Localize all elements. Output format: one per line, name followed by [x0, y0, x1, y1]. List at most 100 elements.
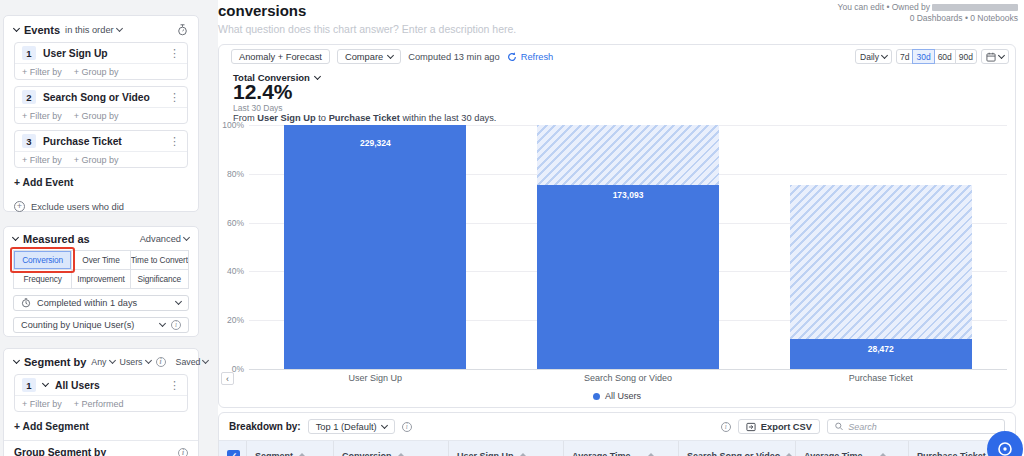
y-tick: 100% [214, 120, 244, 130]
mode-conversion[interactable]: Conversion [14, 251, 71, 269]
info-icon[interactable]: i [156, 357, 166, 367]
chevron-down-icon [159, 320, 166, 327]
funnel-bar-purchase-ticket[interactable]: 28,472 [790, 125, 972, 369]
more-options-icon[interactable]: ⋮ [169, 136, 180, 147]
calendar-button[interactable] [981, 49, 1009, 64]
stopwatch-icon[interactable] [177, 24, 188, 36]
sort-icon[interactable] [648, 453, 654, 456]
segment-name[interactable]: All Users [55, 380, 100, 391]
filter-by-link[interactable]: + Filter by [22, 155, 62, 165]
col-average-time-2[interactable]: Average Time → [795, 441, 908, 456]
more-options-icon[interactable]: ⋮ [169, 48, 180, 59]
compare-button[interactable]: Compare [337, 49, 401, 64]
export-icon [746, 422, 756, 432]
group-by-link[interactable]: + Group by [74, 67, 119, 77]
refresh-icon [507, 52, 517, 62]
users-dropdown[interactable]: Users [120, 357, 151, 367]
col-search-song[interactable]: Search Song or Video [678, 441, 795, 456]
range-90d[interactable]: 90d [955, 49, 977, 64]
chevron-down-icon [314, 72, 321, 79]
event-order-dropdown[interactable]: in this order [65, 25, 122, 35]
segment-row[interactable]: 1 All Users ⋮ + Filter by + Performed [14, 374, 188, 412]
header-meta: You can edit • Owned by 0 Dashboards • 0… [838, 2, 1018, 24]
mode-frequency[interactable]: Frequency [14, 270, 71, 288]
info-icon[interactable]: i [721, 422, 731, 432]
select-all-checkbox[interactable]: ✓ [227, 450, 240, 456]
search-input[interactable] [848, 422, 997, 432]
sort-icon[interactable] [520, 453, 526, 456]
date-range-group: 7d 30d 60d 90d [896, 49, 977, 64]
event-number-badge: 2 [22, 90, 36, 104]
breakdown-toolbar: Breakdown by: Top 1 (Default) i i Export… [219, 413, 1015, 440]
sort-icon[interactable] [880, 453, 886, 456]
assistant-fab-button[interactable] [987, 431, 1023, 456]
event-name[interactable]: Purchase Ticket [43, 136, 122, 147]
more-options-icon[interactable]: ⋮ [169, 92, 180, 103]
filter-by-link[interactable]: + Filter by [22, 111, 62, 121]
sort-icon[interactable] [299, 453, 305, 456]
segment-by-title: Segment by [24, 356, 86, 368]
owner-name-redacted [932, 4, 1018, 11]
info-icon[interactable]: i [171, 320, 181, 330]
advanced-dropdown[interactable]: Advanced [140, 234, 189, 244]
bar-converted[interactable] [284, 125, 466, 369]
info-icon[interactable]: i [178, 448, 188, 456]
range-7d[interactable]: 7d [896, 49, 913, 64]
filter-by-link[interactable]: + Filter by [22, 67, 62, 77]
exclude-users-button[interactable]: + Exclude users who did [14, 201, 188, 212]
table-search[interactable] [827, 419, 1005, 434]
chevron-down-icon[interactable] [42, 380, 49, 387]
any-dropdown[interactable]: Any [91, 357, 114, 367]
funnel-bar-search-song[interactable]: 173,093 [537, 125, 719, 369]
event-row[interactable]: 1 User Sign Up ⋮ + Filter by + Group by [14, 42, 188, 80]
breakdown-selector[interactable]: Top 1 (Default) [308, 419, 395, 434]
range-30d[interactable]: 30d [912, 49, 934, 64]
group-by-link[interactable]: + Group by [74, 155, 119, 165]
mode-over-time[interactable]: Over Time [72, 251, 129, 269]
funnel-bar-user-sign-up[interactable]: 229,324 [284, 125, 466, 369]
chevron-down-icon[interactable] [13, 24, 20, 31]
circled-plus-icon: + [14, 201, 25, 212]
add-segment-button[interactable]: + Add Segment [14, 421, 188, 432]
saved-dropdown[interactable]: Saved [176, 357, 209, 367]
legend-dot [593, 393, 600, 400]
col-segment[interactable]: Segment [246, 441, 333, 456]
chevron-down-icon[interactable] [13, 356, 20, 363]
add-event-button[interactable]: + Add Event [14, 177, 188, 188]
conversion-value: 12.4% [233, 82, 293, 101]
chevron-down-icon[interactable] [12, 233, 19, 240]
sort-icon[interactable] [786, 453, 792, 456]
y-tick: 80% [214, 169, 244, 179]
event-row[interactable]: 2 Search Song or Video ⋮ + Filter by + G… [14, 86, 188, 124]
completed-within-select[interactable]: Completed within 1 days [13, 295, 189, 311]
event-name[interactable]: User Sign Up [43, 48, 108, 59]
col-average-time-1[interactable]: Average Time → [563, 441, 678, 456]
more-options-icon[interactable]: ⋮ [169, 380, 180, 391]
chart-scroll-left-button[interactable]: ‹ [221, 372, 234, 385]
col-conversion[interactable]: Conversion [333, 441, 448, 456]
page-description-placeholder[interactable]: What question does this chart answer? En… [218, 23, 516, 35]
info-icon[interactable]: i [402, 422, 412, 432]
mode-time-to-convert[interactable]: Time to Convert [131, 251, 188, 269]
counting-by-select[interactable]: Counting by Unique User(s) i [13, 317, 189, 333]
anomaly-forecast-button[interactable]: Anomaly + Forecast [231, 49, 330, 64]
bar-converted[interactable] [537, 185, 719, 369]
search-icon [835, 422, 843, 431]
mode-significance[interactable]: Significance [131, 270, 188, 288]
x-axis-labels: User Sign Up Search Song or Video Purcha… [249, 373, 1007, 383]
refresh-button[interactable]: Refresh [507, 52, 554, 62]
group-by-link[interactable]: + Group by [74, 111, 119, 121]
chart-legend[interactable]: All Users [219, 391, 1015, 401]
event-name[interactable]: Search Song or Video [43, 92, 150, 103]
mode-improvement[interactable]: Improvement [72, 270, 129, 288]
chevron-down-icon [202, 356, 209, 363]
col-user-sign-up[interactable]: User Sign Up [448, 441, 563, 456]
assistant-icon [996, 440, 1014, 456]
export-csv-button[interactable]: Export CSV [738, 419, 820, 434]
range-60d[interactable]: 60d [934, 49, 956, 64]
granularity-dropdown[interactable]: Daily [855, 49, 892, 64]
sort-icon[interactable] [398, 453, 404, 456]
filter-by-link[interactable]: + Filter by [22, 399, 62, 409]
event-row[interactable]: 3 Purchase Ticket ⋮ + Filter by + Group … [14, 130, 188, 168]
performed-link[interactable]: + Performed [74, 399, 124, 409]
